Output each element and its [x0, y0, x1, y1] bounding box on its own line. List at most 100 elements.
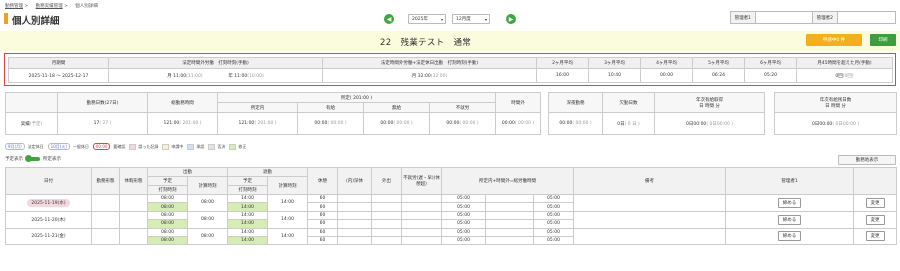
detail-header-absent: 不就労(遅・早)(休憩超)	[401, 167, 442, 195]
row-deep	[337, 235, 372, 246]
stats-absence: 0日( 0 日 )	[602, 112, 655, 135]
approver-box: 管理者1 管理者2	[730, 11, 896, 24]
row-form	[91, 210, 120, 229]
row-deep	[337, 202, 372, 212]
legend-item: 申請中	[162, 143, 183, 150]
approve-button[interactable]: 締める	[777, 214, 802, 225]
next-period-button[interactable]: ▶	[506, 14, 516, 24]
title-accent-bar	[4, 13, 8, 24]
approver-value	[838, 12, 895, 23]
row-in-plan: 08:00	[147, 227, 188, 237]
stats-header: 年次有給取得日 時間 分	[654, 92, 765, 113]
year-select[interactable]: 2025年 ▾	[408, 14, 446, 24]
row-absent	[401, 219, 442, 229]
summary-header: 4ヶ月平均	[640, 57, 693, 69]
print-button[interactable]: 印刷	[870, 34, 896, 46]
summary-avg6: 05:20	[744, 68, 797, 83]
row-deep	[337, 210, 372, 221]
stats-absence-sub: ( 0 日 )	[624, 121, 640, 127]
stats-leave-remaining: 0日00:00( 0日00:00 )	[774, 112, 897, 135]
row-absent	[401, 227, 442, 237]
row-outing	[371, 227, 402, 237]
stats-header: 時間外	[495, 92, 541, 113]
stats-unpaid-main: 00:00	[380, 121, 394, 126]
row-in-stamp: 08:00	[147, 235, 188, 246]
summary-avg4: 00:00	[640, 68, 693, 83]
detail-header-stamp: 打刻時刻	[147, 185, 188, 195]
breadcrumb-item[interactable]: 勤務実績管理	[36, 4, 63, 9]
legend-swatch	[229, 143, 237, 150]
stats-leave: 0日00:00( 0日00:00 )	[654, 112, 765, 135]
row-rest: 60	[307, 202, 338, 212]
summary-overtime-month-sub: (11:00)	[186, 73, 203, 79]
edit-button[interactable]: 変更	[865, 197, 885, 208]
month-select[interactable]: 12月度 ▾	[452, 14, 490, 24]
row-note	[573, 194, 727, 212]
row-holiday	[119, 227, 148, 246]
row-in-stamp: 08:00	[147, 202, 188, 212]
legend-swatch	[129, 143, 137, 150]
stats-leave-main: 0日00:00	[685, 121, 707, 127]
toggle-left-label: 予定表示	[5, 157, 23, 162]
row-absent	[401, 235, 442, 246]
leave-remaining-table: 年次有給残日数日 時間 分 0日00:00( 0日00:00 )	[774, 92, 897, 135]
legend-swatch	[162, 143, 170, 150]
row-edit: 変更	[853, 227, 898, 246]
row-absent	[401, 202, 442, 212]
edit-button[interactable]: 変更	[865, 231, 885, 242]
row-out-stamp: 14:00	[227, 235, 268, 246]
row-note	[573, 210, 727, 229]
row-in-calc: 08:00	[187, 210, 228, 229]
detail-header-in: 出勤	[147, 167, 228, 177]
row-deep	[337, 219, 372, 229]
summary-header: 月期間	[8, 57, 109, 69]
pending-requests-button[interactable]: 申請中0 件	[806, 34, 862, 46]
row-work-over	[485, 219, 534, 229]
row-rest: 60	[307, 193, 338, 204]
summary-overtime-year-sub: (10:00)	[247, 73, 264, 79]
stats-header: 勤務日数(27日)	[57, 92, 148, 113]
row-edit: 変更	[853, 194, 898, 212]
row-absent	[401, 210, 442, 221]
row-outing	[371, 235, 402, 246]
approver-value	[756, 12, 813, 23]
month-select-value: 12月度	[456, 17, 471, 22]
prev-period-button[interactable]: ◀	[384, 14, 394, 24]
breadcrumb-item[interactable]: 勤務管理	[5, 4, 23, 9]
chevron-down-icon: ▾	[440, 17, 443, 22]
work-stats-table: 勤務日数(27日) 総勤務時間 所定( 201:00 ) 時間外 所定内 有給 …	[5, 92, 541, 135]
row-work-within: 05:00	[441, 210, 486, 221]
summary-period: 2025-11-18 ～ 2025-12-17	[8, 68, 109, 83]
summary-overtime-month: 月 11:00	[167, 73, 187, 79]
row-holiday	[119, 210, 148, 229]
summary-overtime-holiday-main: 月 32:00	[411, 73, 431, 79]
approver-label: 管理者2	[813, 12, 838, 23]
stats-header: 所定( 201:00 )	[217, 92, 496, 103]
display-toggle[interactable]	[25, 155, 40, 162]
display-toggle-row: 予定表示 所定表示	[5, 155, 61, 162]
stats-header: 欠勤日数	[602, 92, 655, 113]
legend-item-label: 誤った記録	[138, 143, 159, 149]
legend-label: 一般休日	[72, 143, 89, 149]
show-location-button[interactable]: 勤務地表示	[838, 155, 896, 165]
detail-header-holiday: 休暇形態	[119, 167, 148, 195]
legend-item-label: 修正	[238, 143, 247, 149]
breadcrumb: 勤務管理 > 勤務実績管理 > 個人別詳細	[5, 4, 98, 9]
page-title: 個人別詳細	[12, 16, 60, 27]
edit-button[interactable]: 変更	[865, 214, 885, 225]
employee-title: 22 残業テスト 通常	[380, 36, 471, 48]
approve-button[interactable]: 締める	[777, 197, 802, 208]
row-date-label: 2025-11-19(水)	[27, 198, 70, 207]
row-out-calc: 14:00	[267, 210, 308, 229]
approve-button[interactable]: 締める	[777, 231, 802, 242]
legend-swatch	[187, 143, 195, 150]
row-outing	[371, 210, 402, 221]
stats-header: 所定内	[217, 102, 298, 113]
detail-header-deep: (内)深休	[337, 167, 372, 195]
stats-leave-sub: ( 0日00:00 )	[706, 121, 734, 127]
stats-header-leave: 年次有給取得	[696, 97, 723, 103]
stats-paid-main: 00:00	[314, 121, 328, 126]
row-rest: 60	[307, 210, 338, 221]
legend-item-label: 承認	[196, 143, 205, 149]
detail-header-plan: 予定	[147, 176, 188, 186]
